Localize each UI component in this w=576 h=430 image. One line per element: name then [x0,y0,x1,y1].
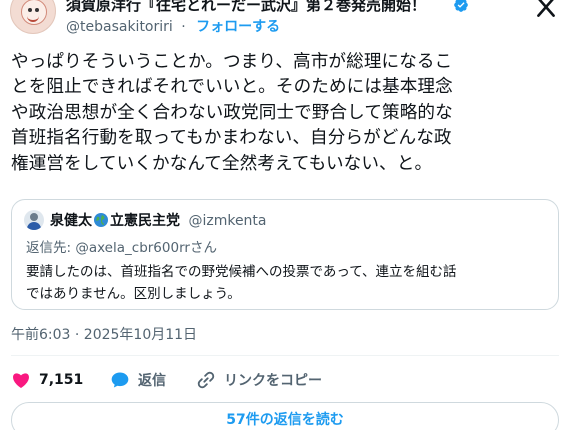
reply-label: 返信 [138,373,166,389]
quoted-avatar-body [27,222,41,230]
quoted-line: ではありません。区別しましょう。 [26,286,241,302]
verified-badge-icon [454,0,468,12]
quoted-avatar-head [30,213,38,221]
divider [11,355,559,356]
like-count: 7,151 [39,372,84,388]
tweet-timestamp[interactable]: 午前6:03 · 2025年10月11日 [11,324,197,344]
copy-link-button[interactable]: リンクをコピー [196,369,322,391]
tweet-line: とを阻止できればそれでいいと。そのためには基本理念 [11,77,453,98]
copy-link-label: リンクをコピー [224,373,322,389]
author-display-name[interactable]: 須賀原洋行『往宅とれーだー武沢』第２巻発売開始！ [66,0,426,15]
quoted-tweet-text: 要請したのは、首班指名での野党候補への投票であって、連立を組む話 ではありません… [26,261,546,305]
tweet-line: やっぱりそういうことか。つまり、高市が総理になるこ [11,52,453,72]
read-replies-button[interactable]: 57件の返信を読む [11,402,559,430]
tweet-page: 須賀原洋行『往宅とれーだー武沢』第２巻発売開始！ @tebasakitoriri… [0,0,576,430]
link-icon [197,371,215,389]
avatar-eye-left [28,8,32,12]
tweet-line: 首班指名行動を取ってもかまわない、自分らがどんな政 [11,128,452,149]
heart-icon [13,373,29,388]
quoted-author-avatar [24,210,44,230]
author-handle[interactable]: @tebasakitoriri [66,19,173,35]
quoted-author-name: 泉健太 [50,213,92,229]
tweet-line: 権運営をしていくかなんて全然考えてもいない、と。 [11,153,433,174]
like-button[interactable]: 7,151 [11,369,83,391]
reply-bubble-icon [111,372,129,388]
follow-button[interactable]: フォローする [196,19,280,35]
quoted-tweet-card[interactable]: 泉健太 立憲民主党 @izmkenta 返信先: @axela_cbr600rr… [11,199,559,310]
reply-button[interactable]: 返信 [110,369,166,391]
tweet-line: や政治思想が全く合わない政党同士で野合して策略的な [11,102,453,123]
tweet-body: やっぱりそういうことか。つまり、高市が総理になるこ とを阻止できればそれでいいと… [11,50,569,177]
quoted-line: 要請したのは、首班指名での野党候補への投票であって、連立を組む話 [26,264,457,280]
quoted-reply-to: 返信先: @axela_cbr600rrさん [26,240,217,256]
separator-dot: · [181,19,186,35]
author-handle-row: @tebasakitoriri · フォローする [66,16,280,36]
quoted-author-row: 泉健太 立憲民主党 @izmkenta [50,210,267,230]
quoted-author-party: 立憲民主党 [110,213,180,229]
globe-icon [94,213,108,227]
close-icon[interactable] [533,0,559,20]
author-avatar[interactable] [10,0,56,34]
avatar-eye-right [35,8,39,12]
quoted-author-handle: @izmkenta [188,213,267,229]
